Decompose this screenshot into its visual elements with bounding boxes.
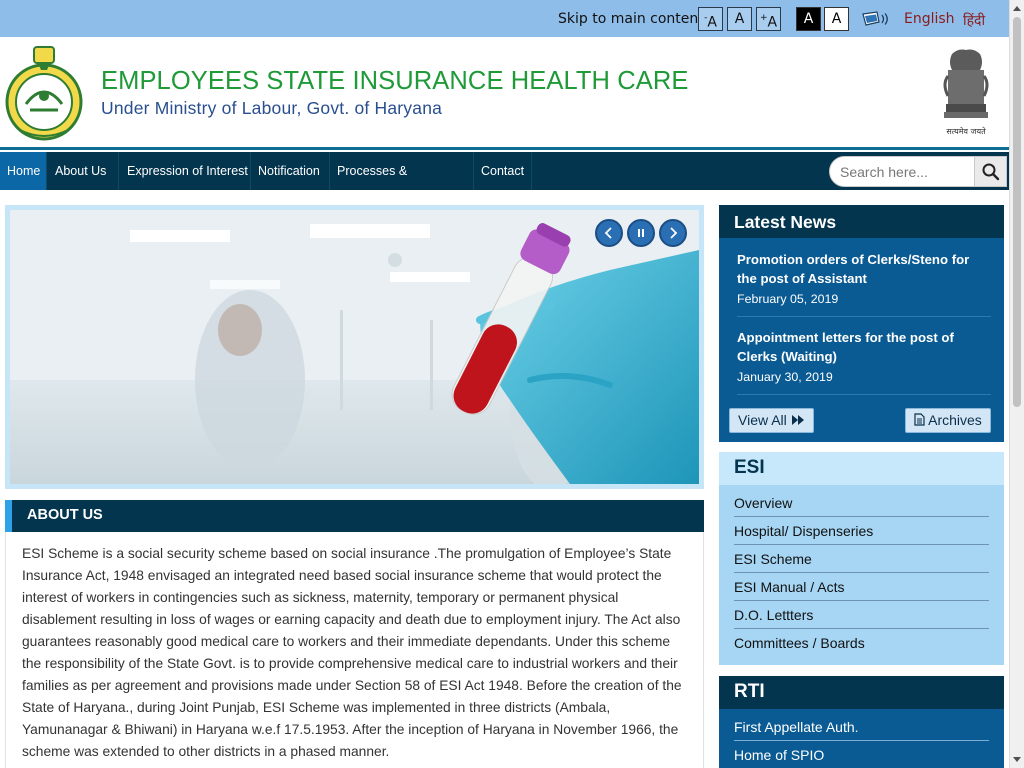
- archives-button[interactable]: Archives: [905, 408, 991, 433]
- nav-item-expression-of-interest[interactable]: Expression of Interest: [119, 152, 251, 190]
- image-slider: [5, 205, 704, 489]
- latest-news-header: Latest News: [719, 205, 1004, 238]
- latest-news-panel: Latest News Promotion orders of Clerks/S…: [719, 205, 1004, 442]
- national-emblem-icon: सत्यमेव जयते: [943, 49, 989, 136]
- slider-next-button[interactable]: [659, 219, 687, 247]
- latest-news-heading: Latest News: [734, 212, 837, 232]
- site-header: EMPLOYEES STATE INSURANCE HEALTH CARE Un…: [0, 37, 1009, 150]
- plus-sign: +: [759, 13, 768, 23]
- scroll-thumb[interactable]: [1013, 17, 1021, 407]
- main-navigation: Home About Us Expression of Interest Not…: [0, 152, 1009, 216]
- slider-prev-button[interactable]: [595, 219, 623, 247]
- double-chevron-right-icon: [791, 415, 804, 425]
- news-title[interactable]: Promotion orders of Clerks/Steno for the…: [737, 250, 991, 288]
- esi-header: ESI: [719, 452, 1004, 485]
- rti-link-first-appellate-auth[interactable]: First Appellate Auth.: [734, 713, 989, 741]
- file-icon: [914, 413, 925, 426]
- scroll-up-arrow-icon[interactable]: [1013, 6, 1021, 11]
- slider-pause-button[interactable]: [627, 219, 655, 247]
- normal-contrast-label: A: [831, 11, 842, 27]
- nav-item-notification[interactable]: Notification: [251, 152, 330, 190]
- about-us-heading: ABOUT US: [27, 507, 103, 523]
- esi-link-committees-boards[interactable]: Committees / Boards: [734, 629, 989, 657]
- font-decrease-button[interactable]: -A: [698, 7, 723, 31]
- esi-link-esi-manual-acts[interactable]: ESI Manual / Acts: [734, 573, 989, 601]
- archives-label: Archives: [928, 412, 982, 428]
- search-input[interactable]: [840, 162, 974, 182]
- chevron-left-icon: [604, 227, 612, 239]
- about-us-text: ESI Scheme is a social security scheme b…: [22, 546, 682, 759]
- news-item[interactable]: Appointment letters for the post of Cler…: [737, 328, 991, 395]
- normal-contrast-button[interactable]: A: [824, 7, 849, 31]
- hindi-language-link[interactable]: हिंदी: [963, 11, 985, 30]
- news-title[interactable]: Appointment letters for the post of Cler…: [737, 328, 991, 366]
- search-icon: [982, 163, 1000, 181]
- emblem-caption: सत्यमेव जयते: [946, 126, 986, 136]
- nav-item-processes-procedures[interactable]: Processes & Procedures: [330, 152, 474, 216]
- english-language-link[interactable]: English: [904, 11, 955, 27]
- nav-item-about-us[interactable]: About Us: [47, 152, 119, 190]
- font-increase-label: A: [767, 14, 778, 31]
- site-subtitle: Under Ministry of Labour, Govt. of Harya…: [101, 98, 443, 118]
- about-us-body: ESI Scheme is a social security scheme b…: [5, 532, 704, 768]
- scroll-down-arrow-icon[interactable]: [1013, 757, 1021, 762]
- nav-item-home[interactable]: Home: [0, 152, 47, 190]
- esi-heading: ESI: [734, 457, 765, 478]
- esi-link-esi-scheme[interactable]: ESI Scheme: [734, 545, 989, 573]
- skip-to-main-content-link[interactable]: Skip to main content: [558, 11, 704, 27]
- accessibility-bar: Skip to main content -A A +A A A English…: [0, 0, 1009, 37]
- news-date: February 05, 2019: [737, 292, 839, 306]
- view-all-button[interactable]: View All: [729, 408, 814, 433]
- slide-image-lab-test-tube: [10, 210, 699, 484]
- about-us-header: ABOUT US: [5, 500, 704, 532]
- news-date: January 30, 2019: [737, 370, 833, 384]
- view-all-label: View All: [738, 412, 787, 428]
- esi-panel: ESI Overview Hospital/ Dispenseries ESI …: [719, 452, 1004, 665]
- pause-icon: [638, 229, 644, 237]
- page-scrollbar[interactable]: [1009, 0, 1024, 768]
- font-decrease-label: A: [707, 14, 717, 31]
- esi-link-do-letters[interactable]: D.O. Lettters: [734, 601, 989, 629]
- search-button[interactable]: [974, 157, 1006, 186]
- news-item[interactable]: Promotion orders of Clerks/Steno for the…: [737, 250, 991, 317]
- haryana-govt-seal-icon[interactable]: [4, 44, 84, 141]
- rti-heading: RTI: [734, 681, 765, 702]
- high-contrast-button[interactable]: A: [796, 7, 821, 31]
- font-increase-button[interactable]: +A: [756, 7, 781, 31]
- chevron-right-icon: [670, 227, 678, 239]
- high-contrast-label: A: [803, 11, 814, 27]
- site-title[interactable]: EMPLOYEES STATE INSURANCE HEALTH CARE: [101, 67, 689, 96]
- lab-photo: [10, 210, 699, 484]
- minus-sign: -: [704, 13, 708, 23]
- nav-item-contact[interactable]: Contact: [474, 152, 532, 190]
- font-normal-button[interactable]: A: [727, 7, 752, 31]
- rti-panel: RTI First Appellate Auth. Home of SPIO: [719, 676, 1004, 768]
- screen-reader-icon[interactable]: [862, 11, 892, 27]
- rti-header: RTI: [719, 676, 1004, 709]
- esi-link-hospital-dispensaries[interactable]: Hospital/ Dispenseries: [734, 517, 989, 545]
- search-box: [829, 156, 1007, 187]
- esi-link-overview[interactable]: Overview: [734, 489, 989, 517]
- font-normal-label: A: [734, 11, 745, 27]
- rti-link-home-of-spio[interactable]: Home of SPIO: [734, 741, 989, 768]
